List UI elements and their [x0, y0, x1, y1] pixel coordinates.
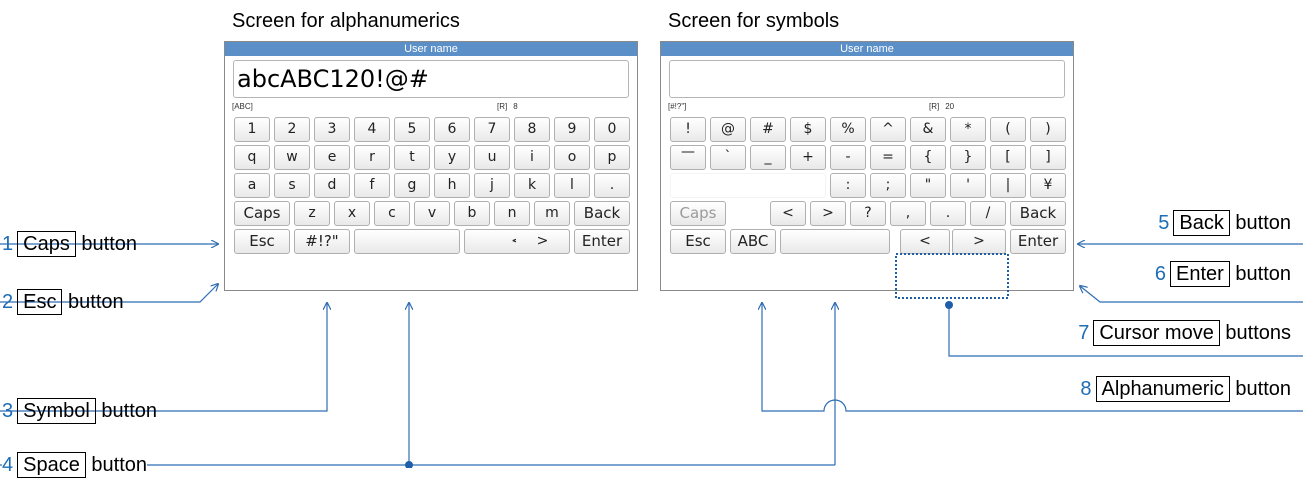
callout-alphanumeric: 8 Alphanumeric button: [1080, 376, 1291, 402]
callout-enter: 6 Enter button: [1154, 261, 1291, 287]
callout-cursor-move: 7 Cursor move buttons: [1078, 320, 1291, 346]
connector-enter: [1080, 286, 1303, 303]
connector-alphanumeric: [762, 303, 849, 412]
callout-caps: 1 Caps button: [2, 231, 137, 257]
cursor-highlight-box: [895, 253, 1009, 299]
space-junction-dot: [405, 461, 413, 468]
callout-symbol: 3 Symbol button: [2, 398, 157, 424]
callout-space: 4 Space button: [2, 452, 148, 478]
cursor-dot: [945, 301, 953, 309]
callout-esc: 2 Esc button: [2, 289, 124, 315]
connector-symbol: [0, 303, 327, 412]
callout-back: 5 Back button: [1158, 210, 1291, 236]
